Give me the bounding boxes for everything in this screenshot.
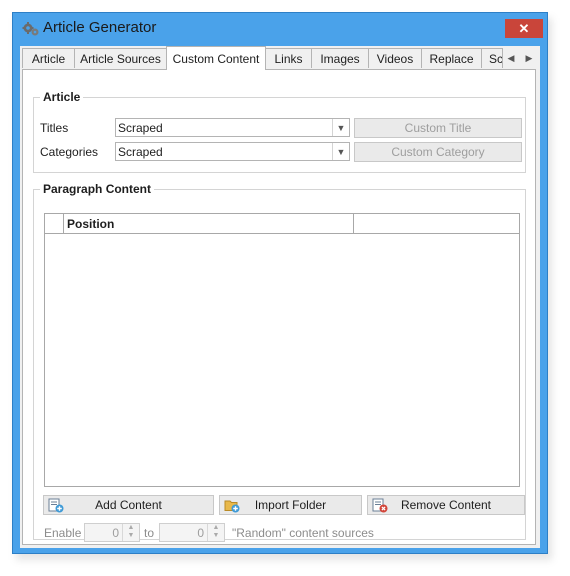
tab-label: Links bbox=[274, 51, 303, 66]
add-content-label: Add Content bbox=[95, 498, 162, 512]
remove-content-button[interactable]: Remove Content bbox=[367, 495, 525, 515]
random-to-value: 0 bbox=[197, 526, 204, 540]
chevron-left-icon[interactable]: ◀ bbox=[502, 48, 520, 68]
tab-article[interactable]: Article bbox=[22, 48, 75, 68]
random-sources-label: "Random" content sources bbox=[232, 526, 374, 540]
custom-category-button[interactable]: Custom Category bbox=[354, 142, 522, 162]
client-area: Article Article Sources Custom Content L… bbox=[20, 46, 540, 548]
window-title: Article Generator bbox=[43, 19, 157, 36]
paragraph-content-group: Paragraph Content Position Add Content I… bbox=[33, 182, 526, 542]
tab-sc[interactable]: Sc bbox=[481, 48, 503, 68]
remove-document-icon bbox=[372, 498, 388, 513]
titles-select-value: Scraped bbox=[118, 121, 163, 135]
tab-links[interactable]: Links bbox=[265, 48, 312, 68]
chevron-down-icon[interactable]: ▼ bbox=[332, 119, 349, 136]
tab-strip: Article Article Sources Custom Content L… bbox=[20, 46, 540, 70]
tab-label: Custom Content bbox=[172, 51, 260, 66]
close-icon: ✕ bbox=[518, 20, 530, 36]
gears-icon bbox=[22, 22, 39, 36]
content-grid[interactable]: Position bbox=[44, 213, 520, 487]
tab-label: Sc bbox=[489, 51, 503, 66]
add-content-button[interactable]: Add Content bbox=[43, 495, 214, 515]
custom-title-button[interactable]: Custom Title bbox=[354, 118, 522, 138]
random-to-stepper[interactable]: 0 ▲ ▼ bbox=[159, 523, 225, 542]
categories-label: Categories bbox=[40, 145, 99, 159]
tab-label: Images bbox=[320, 51, 360, 66]
import-folder-label: Import Folder bbox=[254, 498, 327, 512]
custom-content-panel: Article Titles Scraped ▼ Custom Title Ca… bbox=[22, 69, 536, 545]
tab-images[interactable]: Images bbox=[311, 48, 369, 68]
tab-label: Article Sources bbox=[80, 51, 161, 66]
categories-select[interactable]: Scraped ▼ bbox=[115, 142, 350, 161]
tab-label: Videos bbox=[376, 51, 414, 66]
folder-add-icon bbox=[224, 500, 240, 513]
grid-header: Position bbox=[45, 214, 520, 234]
categories-select-value: Scraped bbox=[118, 145, 163, 159]
paragraph-content-legend: Paragraph Content bbox=[40, 182, 155, 196]
titles-label: Titles bbox=[40, 121, 69, 135]
tab-label: Replace bbox=[429, 51, 474, 66]
grid-col-empty[interactable] bbox=[354, 214, 520, 233]
enable-label: Enable bbox=[44, 526, 82, 540]
tab-article-sources[interactable]: Article Sources bbox=[74, 48, 167, 68]
titles-select[interactable]: Scraped ▼ bbox=[115, 118, 350, 137]
app-window: Article Generator ✕ Article Article Sour… bbox=[12, 12, 548, 554]
tab-label: Article bbox=[31, 51, 66, 66]
close-button[interactable]: ✕ bbox=[505, 19, 543, 38]
import-folder-button[interactable]: Import Folder bbox=[219, 495, 362, 515]
article-group-legend: Article bbox=[40, 90, 84, 104]
random-from-value: 0 bbox=[112, 526, 119, 540]
grid-col-position[interactable]: Position bbox=[64, 214, 354, 233]
stepper-arrows-icon[interactable]: ▲ ▼ bbox=[207, 524, 224, 541]
tab-scroll: ◀ ▶ bbox=[502, 48, 538, 68]
tab-videos[interactable]: Videos bbox=[368, 48, 422, 68]
add-document-icon bbox=[48, 498, 64, 513]
title-bar[interactable]: Article Generator ✕ bbox=[13, 13, 547, 45]
random-from-stepper[interactable]: 0 ▲ ▼ bbox=[84, 523, 140, 542]
grid-row-selector-header bbox=[45, 214, 64, 233]
tab-replace[interactable]: Replace bbox=[421, 48, 482, 68]
stepper-arrows-icon[interactable]: ▲ ▼ bbox=[122, 524, 139, 541]
chevron-down-icon[interactable]: ▼ bbox=[332, 143, 349, 160]
remove-content-label: Remove Content bbox=[400, 498, 492, 512]
article-group: Article Titles Scraped ▼ Custom Title Ca… bbox=[33, 90, 526, 173]
to-label: to bbox=[144, 526, 155, 540]
tab-custom-content[interactable]: Custom Content bbox=[166, 46, 266, 70]
chevron-right-icon[interactable]: ▶ bbox=[520, 48, 538, 68]
